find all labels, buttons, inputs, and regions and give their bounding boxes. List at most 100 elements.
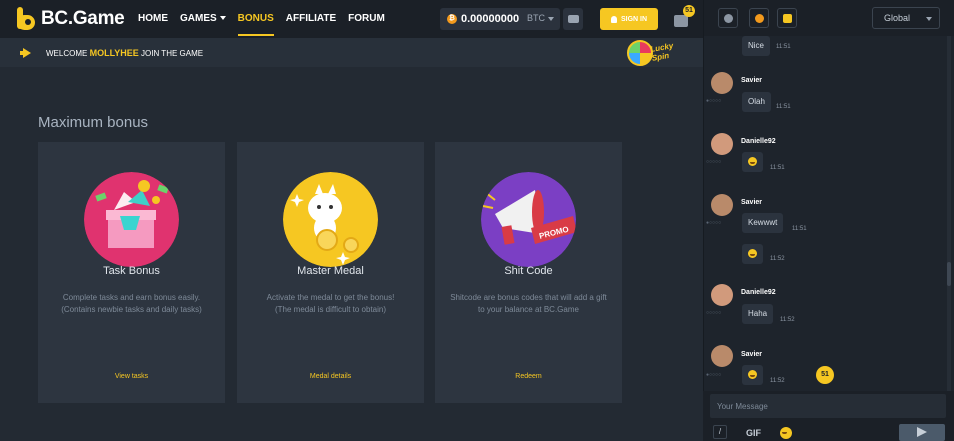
wallet-icon — [568, 15, 579, 23]
card-desc-line1: Shitcode are bonus codes that will add a… — [450, 293, 607, 302]
nav-affiliate[interactable]: AFFILIATE — [286, 0, 336, 38]
nav-home[interactable]: HOME — [138, 0, 168, 38]
message-bubble — [742, 365, 763, 385]
send-button[interactable] — [899, 424, 945, 441]
chevron-down-icon — [219, 16, 226, 21]
message-icon — [674, 15, 688, 27]
trophy-icon — [783, 14, 792, 23]
message-username[interactable]: Danielle92 — [741, 289, 776, 296]
card-desc-line1: Activate the medal to get the bonus! — [266, 293, 395, 302]
card-title: Master Medal — [297, 265, 364, 277]
unread-count-badge[interactable]: 51 — [816, 366, 834, 384]
medal-mascot-icon — [283, 172, 378, 267]
card-desc-line2: to your balance at BC.Game — [478, 305, 579, 314]
rocket-button[interactable] — [718, 8, 738, 28]
user-level-stars: ●○○○○ — [706, 220, 722, 226]
message-time: 11:51 — [776, 104, 791, 110]
medal-details-link[interactable]: Medal details — [237, 373, 424, 380]
message-bubble — [742, 152, 763, 172]
card-title: Task Bonus — [103, 265, 160, 277]
command-button[interactable]: / — [713, 425, 727, 439]
task-bonus-card: Task Bonus Complete tasks and earn bonus… — [38, 142, 225, 403]
card-description: Complete tasks and earn bonus easily. (C… — [44, 292, 219, 316]
balance-display[interactable]: ₿ 0.00000000 BTC — [440, 8, 560, 30]
grin-emoji-icon — [748, 249, 757, 258]
user-level-stars: ○○○○○ — [706, 159, 722, 165]
message-bubble: Kewwwt — [742, 213, 784, 233]
message-time: 11:52 — [780, 317, 795, 323]
sign-in-button[interactable]: SIGN IN — [600, 8, 658, 30]
user-level-stars: ●○○○○ — [706, 372, 722, 378]
currency-label: BTC — [527, 13, 545, 23]
wallet-button[interactable] — [563, 8, 583, 30]
chevron-down-icon — [548, 16, 554, 21]
fire-button[interactable] — [749, 8, 769, 28]
sign-in-label: SIGN IN — [620, 15, 648, 23]
lucky-spin-label: Lucky Spin — [650, 41, 676, 63]
trophy-button[interactable] — [777, 8, 797, 28]
balance-value: 0.00000000 — [461, 13, 520, 25]
welcome-username: MOLLYHEE — [89, 47, 139, 58]
welcome-bar: WELCOME MOLLYHEE JOIN THE GAME — [0, 38, 703, 67]
nav-forum[interactable]: FORUM — [348, 0, 385, 38]
chat-room-select[interactable]: Global — [872, 7, 940, 29]
chat-footer: / GIF — [703, 391, 954, 441]
card-desc-line2: (Contains newbie tasks and daily tasks) — [61, 305, 202, 314]
message-username[interactable]: Savier — [741, 351, 762, 358]
view-tasks-link[interactable]: View tasks — [38, 373, 225, 380]
message-username[interactable]: Savier — [741, 77, 762, 84]
lucky-label-line2: Spin — [651, 50, 670, 63]
card-desc-line1: Complete tasks and earn bonus easily. — [62, 293, 201, 302]
user-level-stars: ●○○○○ — [706, 98, 722, 104]
chat-message-input[interactable] — [710, 394, 946, 418]
welcome-suffix: JOIN THE GAME — [141, 48, 204, 58]
chat-scrollbar-thumb[interactable] — [947, 262, 951, 286]
user-icon — [610, 15, 617, 23]
message-time: 11:51 — [770, 165, 785, 171]
master-medal-card: Master Medal Activate the medal to get t… — [237, 142, 424, 403]
spin-wheel-icon — [627, 40, 653, 66]
megaphone-icon — [20, 48, 32, 58]
rocket-icon — [724, 14, 733, 23]
chat-message-list[interactable]: Nice 11:51 ●○○○○ Savier Olah 11:51 ○○○○○… — [704, 36, 954, 391]
card-description: Shitcode are bonus codes that will add a… — [441, 292, 616, 316]
page-title: Maximum bonus — [38, 114, 149, 131]
avatar[interactable] — [711, 284, 733, 306]
avatar[interactable] — [711, 194, 733, 216]
shit-code-card: PROMO Shit Code Shitcode are bonus codes… — [435, 142, 622, 403]
message-bubble — [742, 244, 763, 264]
grin-emoji-icon — [748, 370, 757, 379]
user-level-stars: ○○○○○ — [706, 310, 722, 316]
nav-games-label: GAMES — [180, 13, 217, 24]
emoji-button[interactable] — [780, 427, 792, 439]
message-time: 11:52 — [770, 256, 785, 262]
welcome-prefix: WELCOME — [46, 48, 88, 58]
welcome-text: WELCOME MOLLYHEE JOIN THE GAME — [46, 48, 203, 58]
avatar[interactable] — [711, 133, 733, 155]
chat-scrollbar[interactable] — [947, 36, 951, 391]
nav-games[interactable]: GAMES — [180, 0, 226, 38]
redeem-link[interactable]: Redeem — [435, 373, 622, 380]
messages-button[interactable]: 51 — [674, 5, 695, 29]
chat-header: Global — [704, 0, 954, 36]
logo-icon — [16, 7, 36, 31]
card-title: Shit Code — [504, 265, 553, 277]
card-desc-line2: (The medal is difficult to obtain) — [274, 305, 386, 314]
bitcoin-icon: ₿ — [447, 14, 457, 24]
lucky-spin-button[interactable]: Lucky Spin — [627, 40, 683, 66]
message-username[interactable]: Savier — [741, 199, 762, 206]
logo[interactable]: BC.Game — [16, 7, 138, 31]
message-bubble: Nice — [742, 36, 771, 56]
nav-bonus[interactable]: BONUS — [237, 0, 274, 38]
message-count-badge: 51 — [683, 5, 695, 17]
gif-button[interactable]: GIF — [746, 428, 761, 438]
message-time: 11:51 — [792, 226, 807, 232]
main-nav: HOME GAMES BONUS AFFILIATE FORUM — [138, 0, 397, 38]
message-username[interactable]: Danielle92 — [741, 138, 776, 145]
avatar[interactable] — [711, 345, 733, 367]
avatar[interactable] — [711, 72, 733, 94]
card-description: Activate the medal to get the bonus! (Th… — [243, 292, 418, 316]
megaphone-promo-icon: PROMO — [481, 172, 576, 267]
message-bubble: Haha — [742, 304, 774, 324]
currency-select[interactable]: BTC — [527, 13, 554, 23]
